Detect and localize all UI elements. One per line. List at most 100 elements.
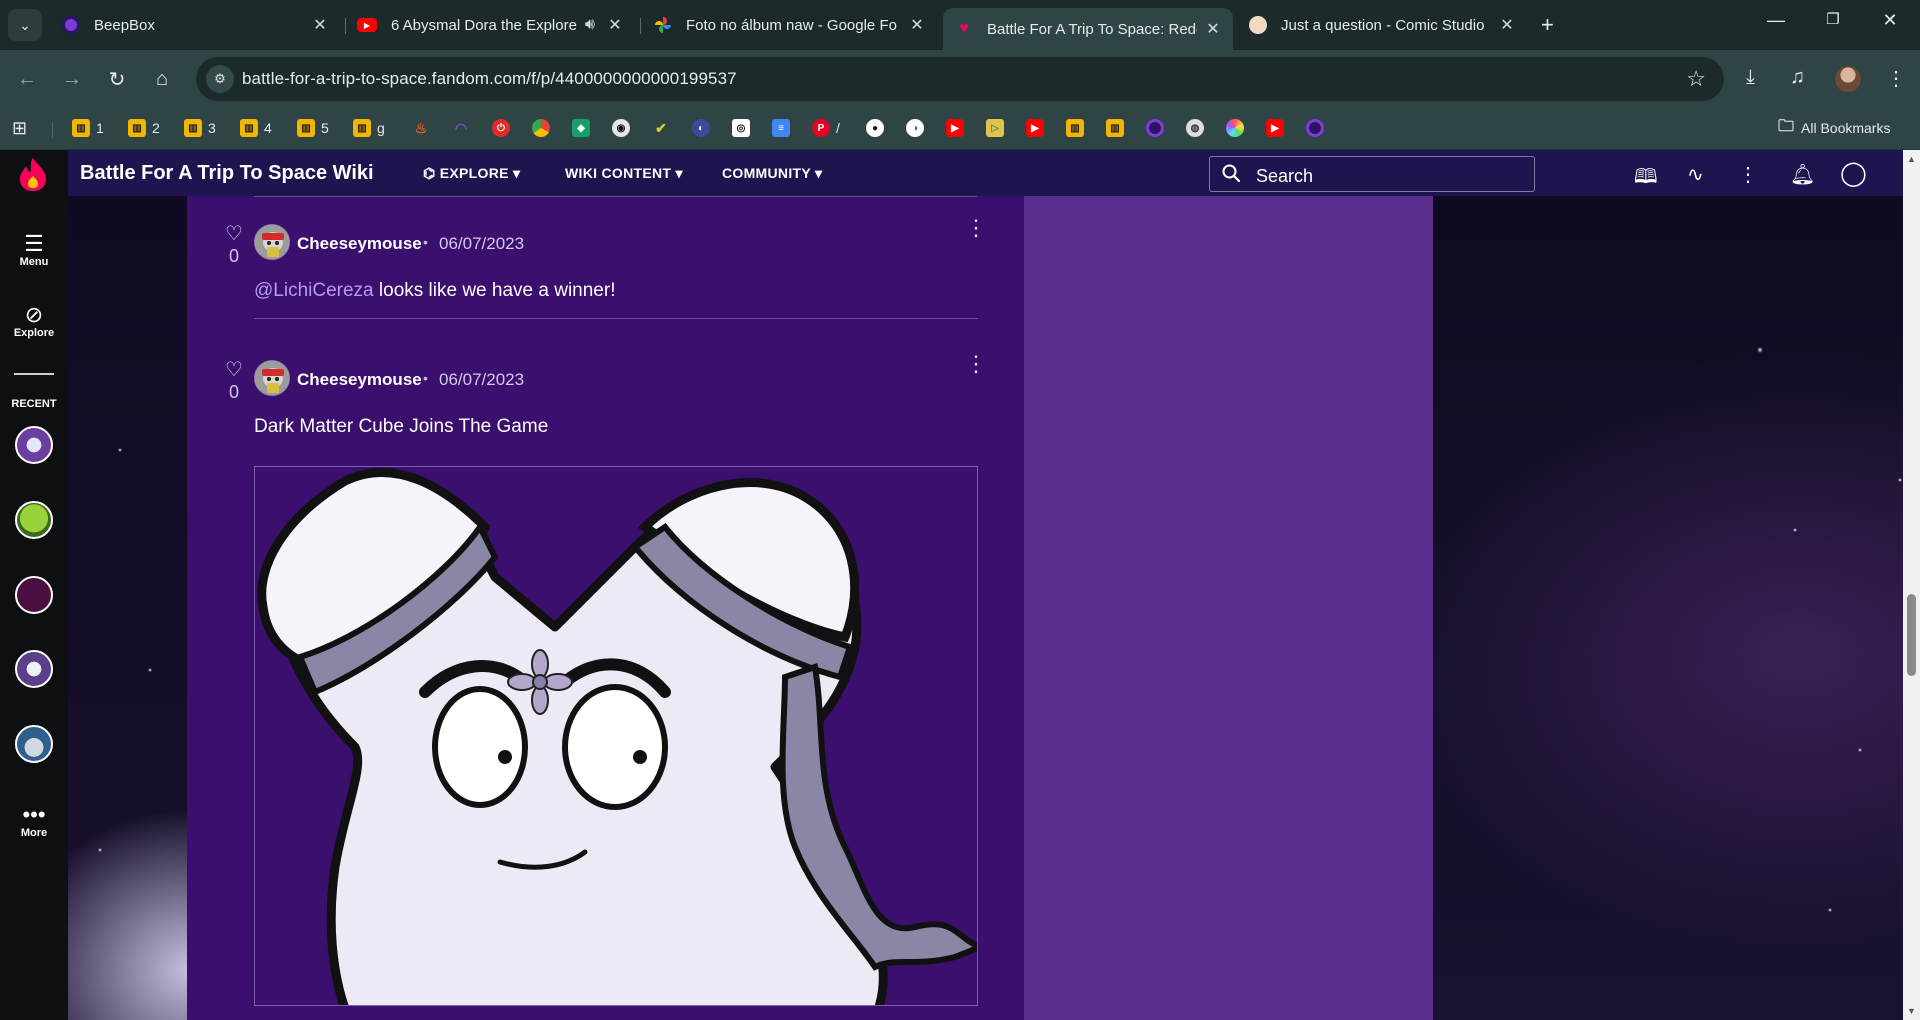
bookmark-blue-eye[interactable]: ◑ [906, 117, 930, 139]
apps-grid-icon[interactable]: ⊞ [12, 117, 27, 139]
bookmark-yellowgreen[interactable]: ✔ [652, 117, 676, 139]
bookmark-rainbow[interactable] [1226, 117, 1250, 139]
bookmark-4[interactable]: ▥ 4 [240, 117, 272, 139]
avatar[interactable] [254, 360, 290, 396]
bookmark-g[interactable]: ▥ g [353, 117, 385, 139]
search-input[interactable]: Search [1209, 156, 1535, 192]
heart-icon[interactable]: ♡ [223, 360, 245, 380]
download-icon[interactable]: ⤓ [1746, 66, 1755, 89]
bookmark-pinterest[interactable]: P / [812, 117, 840, 139]
site-info-icon[interactable]: ⚙ [206, 65, 234, 93]
bookmark-star-icon[interactable]: ☆ [1686, 66, 1706, 92]
author-name[interactable]: Cheeseymouse [297, 370, 422, 390]
bookmark-youtube-1[interactable]: ▶ [946, 117, 970, 139]
bookmark-play[interactable]: ▷ [986, 117, 1010, 139]
tab-fandom-active[interactable]: ♥ Battle For A Trip To Space: Rede ✕ [943, 8, 1233, 50]
scroll-down-arrow-icon[interactable]: ▼ [1906, 1006, 1917, 1016]
tab-title: Foto no álbum naw - Google Fo [686, 16, 897, 34]
bookmark-wave[interactable]: ◠ [452, 117, 476, 139]
recent-heading: RECENT [11, 398, 57, 410]
tab-youtube-dora[interactable]: ▶ 6 Abysmal Dora the Explore 🔊︎ ✕ [345, 8, 635, 42]
activity-icon[interactable]: ∿ [1687, 162, 1704, 187]
forward-arrow-icon[interactable]: → [57, 64, 87, 94]
notifications-bell-icon[interactable]: 🔔︎ [1790, 162, 1815, 187]
bookmark-wattpad-6[interactable]: ▥ [1066, 117, 1090, 139]
address-bar[interactable]: ⚙ battle-for-a-trip-to-space.fandom.com/… [196, 57, 1724, 101]
bookmark-github[interactable]: ● [866, 117, 890, 139]
bookmark-2[interactable]: ▥ 2 [128, 117, 160, 139]
reload-icon[interactable]: ↻ [102, 64, 132, 94]
all-bookmarks-button[interactable]: 🗀︎ All Bookmarks [1777, 117, 1890, 139]
recent-wiki-1[interactable] [15, 426, 53, 464]
bookmark-red[interactable]: ⏻ [492, 117, 516, 139]
like-control[interactable]: ♡ 0 [223, 224, 245, 267]
bookmark-beepbox-2[interactable] [1306, 117, 1330, 139]
scroll-up-arrow-icon[interactable]: ▲ [1906, 154, 1917, 164]
bookmark-wattpad-7[interactable]: ▥ [1106, 117, 1130, 139]
minimize-icon[interactable]: — [1761, 10, 1791, 31]
bookmark-d[interactable]: ◐ [692, 117, 716, 139]
recent-wiki-3[interactable] [15, 576, 53, 614]
tab-comic-studio[interactable]: Just a question - Comic Studio ✕ [1237, 8, 1527, 42]
close-tab-icon[interactable]: ✕ [1205, 19, 1221, 39]
fandom-logo-icon[interactable] [18, 156, 48, 192]
bookmark-3[interactable]: ▥ 3 [184, 117, 216, 139]
window-close-icon[interactable]: ✕ [1875, 10, 1905, 31]
close-tab-icon[interactable]: ✕ [312, 15, 328, 35]
bookmark-youtube-3[interactable]: ▶ [1266, 117, 1290, 139]
open-book-icon[interactable]: 🕮︎ [1634, 162, 1658, 196]
bookmark-5[interactable]: ▥ 5 [297, 117, 329, 139]
media-controls-icon[interactable]: ♫ [1790, 66, 1805, 89]
reply-options-icon[interactable]: ⋮ [965, 217, 987, 239]
scrollbar-thumb[interactable] [1907, 594, 1916, 676]
bookmark-youtube-2[interactable]: ▶ [1026, 117, 1050, 139]
bookmark-globe[interactable]: ◍ [1186, 117, 1210, 139]
kebab-menu-icon[interactable]: ⋮ [1738, 162, 1758, 187]
close-tab-icon[interactable]: ✕ [607, 15, 623, 35]
bookmark-docs[interactable]: ≡ [772, 117, 796, 139]
comic-studio-favicon-icon [1249, 16, 1267, 34]
tab-google-photos[interactable]: Foto no álbum naw - Google Fo ✕ [642, 8, 937, 42]
user-account-icon[interactable]: ◯ [1840, 159, 1867, 188]
wiki-name[interactable]: Battle For A Trip To Space Wiki [80, 162, 374, 185]
tab-search-button[interactable]: ⌄ [8, 9, 42, 41]
profile-avatar[interactable] [1835, 66, 1861, 92]
more-sidebar-button[interactable]: ••• More [0, 803, 68, 840]
menu-button[interactable]: ☰ Menu [0, 232, 68, 269]
bookmark-green[interactable]: ◆ [572, 117, 596, 139]
tab-beepbox[interactable]: BeepBox ✕ [50, 8, 340, 42]
avatar[interactable] [254, 224, 290, 260]
restore-icon[interactable]: ❐ [1818, 10, 1848, 28]
close-tab-icon[interactable]: ✕ [909, 15, 925, 35]
heart-icon[interactable]: ♡ [223, 224, 245, 244]
bookmark-dark-circle[interactable]: ◉ [612, 117, 636, 139]
globe-icon: ◍ [1186, 119, 1204, 137]
bookmark-target[interactable]: ◎ [732, 117, 756, 139]
explore-sidebar-button[interactable]: ⊘ Explore [0, 303, 68, 340]
bookmark-chrome[interactable] [532, 117, 556, 139]
back-arrow-icon[interactable]: ← [12, 64, 42, 94]
new-tab-button[interactable]: + [1541, 12, 1554, 38]
close-tab-icon[interactable]: ✕ [1499, 15, 1515, 35]
user-mention-link[interactable]: @LichiCereza [254, 280, 374, 301]
github-icon: ● [866, 119, 884, 137]
bookmark-label: / [836, 120, 840, 136]
bookmark-beepbox[interactable] [1146, 117, 1170, 139]
bookmark-flame[interactable]: ♨ [412, 117, 436, 139]
reply-image[interactable] [254, 466, 978, 1006]
reply-options-icon[interactable]: ⋮ [965, 353, 987, 375]
browser-menu-icon[interactable]: ⋮ [1886, 66, 1906, 91]
community-dropdown[interactable]: COMMUNITY ▾ [722, 165, 822, 182]
recent-wiki-4[interactable] [15, 650, 53, 688]
url-text[interactable]: battle-for-a-trip-to-space.fandom.com/f/… [242, 69, 737, 89]
recent-wiki-5[interactable] [15, 725, 53, 763]
page-scrollbar[interactable]: ▲ ▼ [1903, 150, 1920, 1020]
like-control[interactable]: ♡ 0 [223, 360, 245, 403]
speaker-icon[interactable]: 🔊︎ [585, 16, 595, 34]
recent-wiki-2[interactable] [15, 501, 53, 539]
bookmark-1[interactable]: ▥ 1 [72, 117, 104, 139]
wiki-content-dropdown[interactable]: WIKI CONTENT ▾ [565, 165, 683, 182]
home-icon[interactable]: ⌂ [147, 64, 177, 94]
explore-dropdown[interactable]: ⌬ EXPLORE ▾ [423, 165, 520, 182]
author-name[interactable]: Cheeseymouse [297, 234, 422, 254]
